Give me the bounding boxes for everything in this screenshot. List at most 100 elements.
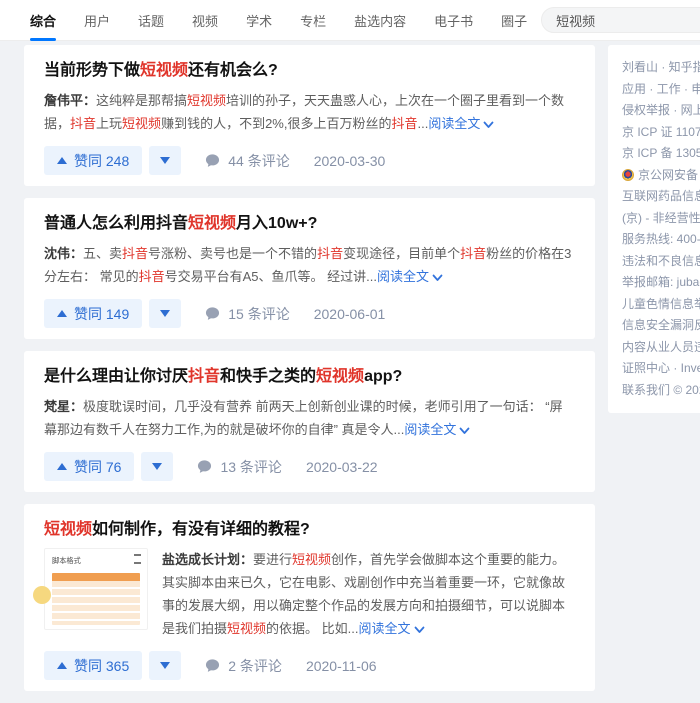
result-actions: 赞同 248 44 条评论 2020-03-30 [44, 146, 575, 175]
footer-link[interactable]: 互联网药品信息服务 [622, 186, 700, 208]
downvote-button[interactable] [149, 651, 181, 680]
footer-link-label: 服务热线: 400-91 [622, 229, 700, 251]
result-excerpt: 詹伟平：这纯粹是那帮搞短视频培训的孙子，天天蛊惑人心，上次在一个圈子里看到一个数… [44, 89, 575, 135]
footer-link[interactable]: 证照中心 · Investor [622, 358, 700, 380]
nav-tab[interactable]: 盐选内容 [354, 0, 406, 41]
comments-button[interactable]: 44 条评论 [205, 151, 289, 171]
footer-link[interactable]: 京公网安备 110 [622, 165, 700, 187]
nav-tab[interactable]: 综合 [30, 0, 56, 41]
footer-link-label: 举报邮箱: jubao@ [622, 272, 700, 294]
upvote-button[interactable]: 赞同 248 [44, 146, 142, 175]
author-name[interactable]: 梵星： [44, 399, 83, 414]
text-segment: ... [417, 116, 428, 131]
comments-button[interactable]: 15 条评论 [205, 304, 289, 324]
downvote-icon [160, 157, 170, 164]
text-segment: 如何制作，有没有详细的教程? [92, 521, 310, 538]
footer-link[interactable]: 侵权举报 · 网上有害 [622, 100, 700, 122]
result-title[interactable]: 是什么理由让你讨厌抖音和快手之类的短视频app? [44, 365, 575, 389]
chevron-down-icon [459, 427, 470, 435]
nav-tab[interactable]: 视频 [192, 0, 218, 41]
highlight-keyword: 抖音 [317, 246, 343, 261]
upvote-button[interactable]: 赞同 149 [44, 299, 142, 328]
text-segment: 普通人怎么利用抖音 [44, 215, 188, 232]
search-result-card: 普通人怎么利用抖音短视频月入10w+? 沈伟：五、卖抖音号涨粉、卖号也是一个不错… [24, 198, 595, 339]
footer-link-label: (京) - 非经营性 - [622, 208, 700, 230]
police-badge-icon [622, 169, 634, 181]
result-body: 梵星：极度耽误时间，几乎没有营养 前两天上创新创业课的时候，老师引用了一句话： … [44, 395, 575, 441]
result-title[interactable]: 普通人怎么利用抖音短视频月入10w+? [44, 212, 575, 236]
footer-link-label: 违法和不良信息举报 [622, 251, 700, 273]
text-segment: 极度耽误时间，几乎没有营养 前两天上创新创业课的时候，老师引用了一句话： “屏幕… [44, 399, 563, 437]
read-more-link[interactable]: 阅读全文 [358, 621, 424, 636]
result-body: 沈伟：五、卖抖音号涨粉、卖号也是一个不错的抖音变现途径，目前单个抖音粉丝的价格在… [44, 242, 575, 288]
footer-link[interactable]: 京 ICP 证 110745 号 [622, 122, 700, 144]
upvote-icon [57, 157, 67, 164]
highlight-keyword: 短视频 [292, 552, 331, 567]
author-name[interactable]: 盐选成长计划： [162, 552, 253, 567]
result-date: 2020-11-06 [306, 658, 377, 674]
nav-tab[interactable]: 电子书 [434, 0, 473, 41]
read-more-link[interactable]: 阅读全文 [404, 422, 470, 437]
footer-link[interactable]: 京 ICP 备 13052560 [622, 143, 700, 165]
result-title[interactable]: 当前形势下做短视频还有机会么? [44, 59, 575, 83]
downvote-button[interactable] [141, 452, 173, 481]
footer-link[interactable]: 举报邮箱: jubao@ [622, 272, 700, 294]
comments-button[interactable]: 13 条评论 [197, 457, 281, 477]
footer-link-label: 信息安全漏洞反馈 [622, 315, 700, 337]
footer-link[interactable]: 违法和不良信息举报 [622, 251, 700, 273]
result-actions: 赞同 149 15 条评论 2020-06-01 [44, 299, 575, 328]
footer-link[interactable]: 联系我们 © 2021 知 [622, 380, 700, 402]
highlight-keyword: 短视频 [227, 621, 266, 636]
result-thumbnail[interactable]: 脚本格式 [44, 548, 148, 630]
search-result-card: 是什么理由让你讨厌抖音和快手之类的短视频app? 梵星：极度耽误时间，几乎没有营… [24, 351, 595, 492]
footer-link-label: 应用 · 工作 · 申请开 [622, 79, 700, 101]
footer-link[interactable]: 信息安全漏洞反馈 [622, 315, 700, 337]
text-segment: 当前形势下做 [44, 62, 140, 79]
result-date: 2020-03-22 [306, 459, 378, 475]
nav-tab[interactable]: 圈子 [501, 0, 527, 41]
highlight-keyword: 抖音 [139, 269, 165, 284]
footer-links-panel: 刘看山 · 知乎指南应用 · 工作 · 申请开侵权举报 · 网上有害京 ICP … [608, 45, 700, 413]
author-name[interactable]: 詹伟平： [44, 93, 96, 108]
footer-link[interactable]: 儿童色情信息举报专 [622, 294, 700, 316]
result-body: 詹伟平：这纯粹是那帮搞短视频培训的孙子，天天蛊惑人心，上次在一个圈子里看到一个数… [44, 89, 575, 135]
result-actions: 赞同 365 2 条评论 2020-11-06 [44, 651, 575, 680]
footer-link[interactable]: 服务热线: 400-91 [622, 229, 700, 251]
comment-icon [205, 658, 220, 673]
comments-button[interactable]: 2 条评论 [205, 656, 282, 676]
nav-tab[interactable]: 用户 [84, 0, 110, 41]
highlight-keyword: 抖音 [460, 246, 486, 261]
footer-link-label: 京 ICP 备 13052560 [622, 143, 700, 165]
nav-tab[interactable]: 话题 [138, 0, 164, 41]
search-input[interactable]: 短视频 [541, 7, 700, 33]
footer-link-label: 联系我们 © 2021 知 [622, 380, 700, 402]
nav-tab[interactable]: 专栏 [300, 0, 326, 41]
footer-link[interactable]: 应用 · 工作 · 申请开 [622, 79, 700, 101]
footer-link[interactable]: (京) - 非经营性 - [622, 208, 700, 230]
upvote-icon [57, 463, 67, 470]
read-more-link[interactable]: 阅读全文 [377, 269, 443, 284]
footer-link[interactable]: 内容从业人员违法 [622, 337, 700, 359]
text-segment: 还有机会么? [188, 62, 278, 79]
text-segment: 五、卖 [83, 246, 122, 261]
nav-tab[interactable]: 学术 [246, 0, 272, 41]
text-segment: 这纯粹是那帮搞 [96, 93, 187, 108]
upvote-icon [57, 662, 67, 669]
footer-link[interactable]: 刘看山 · 知乎指南 [622, 57, 700, 79]
highlight-keyword: 短视频 [316, 368, 364, 385]
result-content: 盐选成长计划：要进行短视频创作，首先学会做脚本这个重要的能力。其实脚本由来已久，… [162, 548, 575, 640]
author-name[interactable]: 沈伟： [44, 246, 83, 261]
downvote-icon [152, 463, 162, 470]
read-more-link[interactable]: 阅读全文 [428, 116, 494, 131]
upvote-button[interactable]: 赞同 365 [44, 651, 142, 680]
text-segment: 变现途径，目前单个 [343, 246, 460, 261]
downvote-button[interactable] [149, 299, 181, 328]
footer-link-label: 京公网安备 110 [638, 165, 700, 187]
result-content: 梵星：极度耽误时间，几乎没有营养 前两天上创新创业课的时候，老师引用了一句话： … [44, 395, 575, 441]
footer-link-label: 京 ICP 证 110745 号 [622, 122, 700, 144]
result-title[interactable]: 短视频如何制作，有没有详细的教程? [44, 518, 575, 542]
downvote-button[interactable] [149, 146, 181, 175]
top-navigation: 综合用户话题视频学术专栏盐选内容电子书圈子 短视频 [0, 0, 700, 41]
footer-link-label: 互联网药品信息服务 [622, 186, 700, 208]
upvote-button[interactable]: 赞同 76 [44, 452, 134, 481]
